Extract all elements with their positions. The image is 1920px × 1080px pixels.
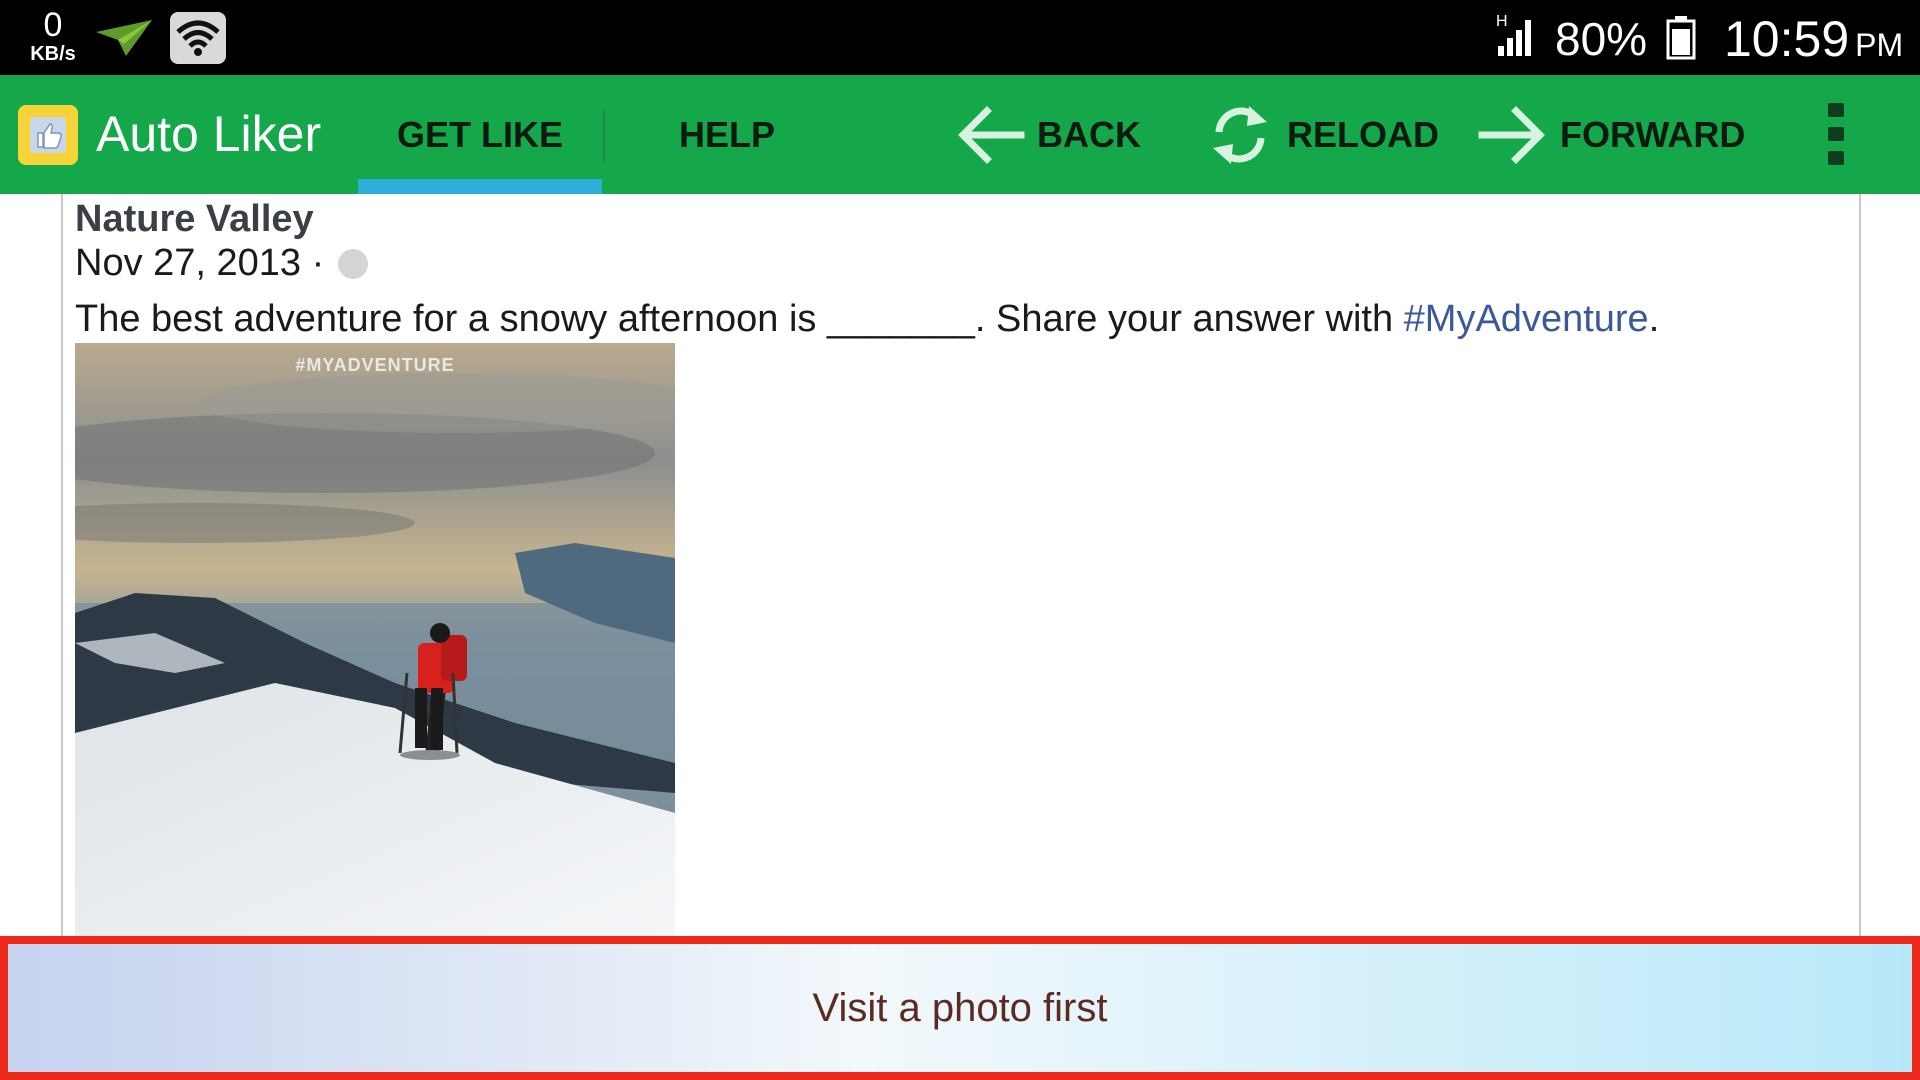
visit-photo-banner[interactable]: Visit a photo first [0, 936, 1920, 1080]
tab-help-label: HELP [678, 113, 775, 155]
tab-help[interactable]: HELP [618, 75, 836, 194]
post-photo[interactable]: #MYADVENTURE [75, 343, 675, 936]
signal-icon: H [1496, 13, 1531, 56]
clock: 10:59 PM [1724, 10, 1903, 68]
app-logo-icon[interactable] [18, 105, 78, 165]
post-text-end: . [1648, 298, 1660, 340]
photo-caption: #MYADVENTURE [295, 355, 455, 375]
battery-icon [1666, 16, 1696, 60]
paper-plane-icon [96, 20, 152, 56]
back-button[interactable]: BACK [955, 75, 1141, 194]
forward-label: FORWARD [1560, 113, 1746, 155]
wifi-icon [170, 12, 226, 64]
post-text: The best adventure for a snowy afternoon… [75, 298, 1659, 341]
thumbs-up-icon [37, 123, 62, 149]
post-author[interactable]: Nature Valley [75, 198, 314, 241]
battery-percent: 80% [1555, 13, 1648, 65]
arrow-right-icon [1478, 105, 1545, 164]
network-speed-value: 0 [43, 6, 63, 44]
tab-get-like-label: GET LIKE [396, 113, 563, 155]
tab-get-like[interactable]: GET LIKE [358, 75, 602, 194]
back-label: BACK [1037, 113, 1141, 155]
app-title: Auto Liker [96, 106, 322, 162]
tab-selected-indicator [358, 179, 602, 194]
reload-icon [1213, 105, 1267, 164]
action-bar: Auto Liker GET LIKE HELP BACK RELOAD FOR… [0, 75, 1920, 194]
network-type-label: H [1496, 13, 1508, 30]
hashtag-link[interactable]: #MyAdventure [1404, 298, 1649, 340]
post-text-body: The best adventure for a snowy afternoon… [75, 298, 1404, 340]
clock-time: 10:59 [1724, 11, 1850, 67]
forward-button[interactable]: FORWARD [1478, 75, 1745, 194]
network-speed: 0 KB/s [24, 8, 82, 64]
reload-button[interactable]: RELOAD [1205, 75, 1439, 194]
status-bar: 0 KB/s H 80% 10:59 PM [0, 0, 1920, 75]
arrow-left-icon [958, 105, 1025, 164]
post-date: Nov 27, 2013 · [75, 242, 369, 285]
snow-hiker-image [75, 343, 675, 936]
globe-icon [338, 248, 369, 279]
tab-divider [603, 111, 605, 161]
reload-label: RELOAD [1287, 113, 1439, 155]
network-speed-unit: KB/s [30, 43, 76, 65]
banner-text: Visit a photo first [812, 985, 1108, 1030]
clock-ampm: PM [1855, 27, 1904, 63]
post-date-text: Nov 27, 2013 · [75, 242, 325, 284]
more-vert-icon[interactable] [1822, 103, 1848, 167]
